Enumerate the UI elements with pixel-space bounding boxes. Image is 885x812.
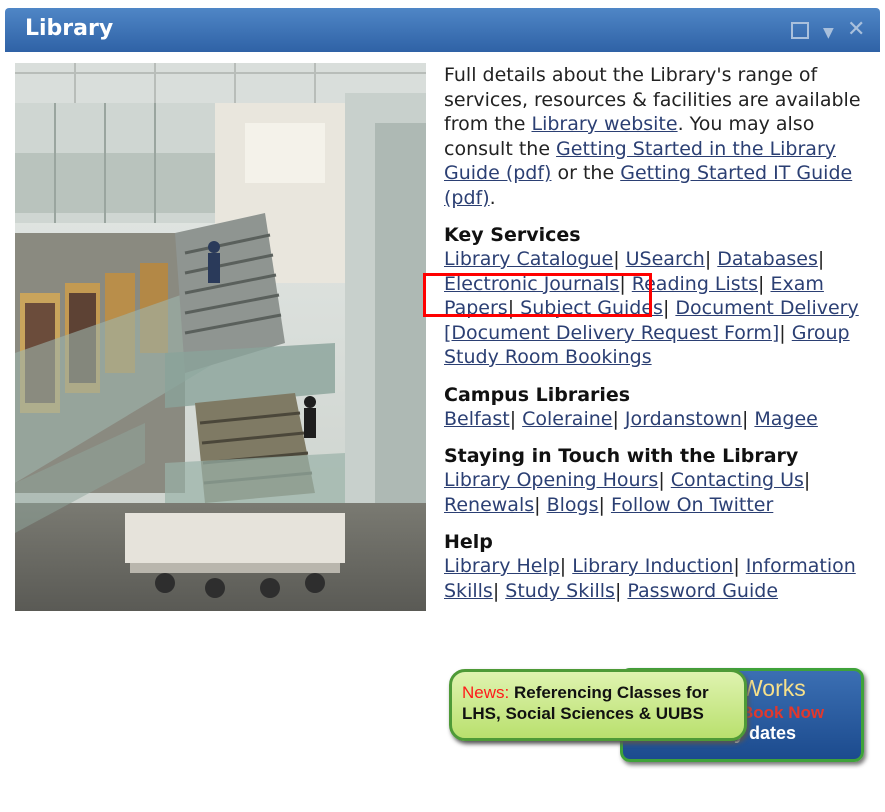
staying-in-touch-section: Staying in Touch with the Library Librar…	[444, 444, 874, 517]
intro-paragraph: Full details about the Library's range o…	[444, 64, 861, 209]
portlet-title: Library	[25, 16, 114, 41]
key-services-heading: Key Services	[444, 224, 581, 246]
reading-lists-link[interactable]: Reading Lists	[632, 273, 758, 295]
news-banner-line1: News: Referencing Classes for	[462, 683, 709, 702]
library-opening-hours-link[interactable]: Library Opening Hours	[444, 469, 658, 491]
document-delivery-request-form-link[interactable]: [Document Delivery Request Form]	[444, 322, 779, 344]
contacting-us-link[interactable]: Contacting Us	[671, 469, 804, 491]
password-guide-link[interactable]: Password Guide	[627, 580, 778, 602]
campus-libraries-section: Campus Libraries Belfast| Coleraine| Jor…	[444, 383, 874, 432]
databases-link[interactable]: Databases	[717, 248, 818, 270]
usearch-link[interactable]: USearch	[626, 248, 705, 270]
help-section: Help Library Help| Library Induction| In…	[444, 530, 874, 603]
portlet-titlebar: Library ▼ ✕	[5, 8, 880, 52]
library-catalogue-link[interactable]: Library Catalogue	[444, 248, 613, 270]
library-website-link[interactable]: Library website	[531, 113, 677, 135]
study-skills-link[interactable]: Study Skills	[505, 580, 615, 602]
key-services-links: Library Catalogue| USearch| Databases| E…	[444, 248, 859, 368]
key-services-section: Key Services Library Catalogue| USearch|…	[444, 223, 874, 370]
maximize-icon[interactable]	[791, 18, 809, 39]
library-help-link[interactable]: Library Help	[444, 555, 560, 577]
jordanstown-link[interactable]: Jordanstown	[625, 408, 742, 430]
news-label: News:	[462, 683, 510, 702]
blogs-link[interactable]: Blogs	[547, 494, 599, 516]
library-links-panel: Full details about the Library's range o…	[444, 63, 874, 603]
help-links: Library Help| Library Induction| Informa…	[444, 555, 856, 602]
banner-back-title: Works	[741, 675, 806, 701]
staying-in-touch-links: Library Opening Hours| Contacting Us| Re…	[444, 469, 811, 516]
library-induction-link[interactable]: Library Induction	[572, 555, 733, 577]
staying-in-touch-heading: Staying in Touch with the Library	[444, 445, 799, 467]
follow-on-twitter-link[interactable]: Follow On Twitter	[611, 494, 773, 516]
library-interior-photo	[15, 63, 426, 611]
news-banner-line2: LHS, Social Sciences & UUBS	[462, 704, 704, 723]
renewals-link[interactable]: Renewals	[444, 494, 534, 516]
coleraine-link[interactable]: Coleraine	[522, 408, 612, 430]
campus-links: Belfast| Coleraine| Jordanstown| Magee	[444, 407, 818, 430]
help-heading: Help	[444, 531, 493, 553]
document-delivery-link[interactable]: Document Delivery	[675, 297, 858, 319]
banner-back-book-now: Book Now	[741, 703, 825, 722]
belfast-link[interactable]: Belfast	[444, 408, 510, 430]
close-icon[interactable]: ✕	[847, 18, 865, 42]
electronic-journals-link[interactable]: Electronic Journals	[444, 273, 619, 295]
library-portlet: Library ▼ ✕ Full details about the Libra…	[0, 0, 885, 812]
dropdown-icon[interactable]: ▼	[823, 21, 834, 45]
campus-libraries-heading: Campus Libraries	[444, 383, 631, 406]
subject-guides-link[interactable]: Subject Guides	[520, 297, 663, 319]
magee-link[interactable]: Magee	[754, 408, 817, 430]
news-banner[interactable]: News: Referencing Classes for LHS, Socia…	[449, 669, 747, 741]
